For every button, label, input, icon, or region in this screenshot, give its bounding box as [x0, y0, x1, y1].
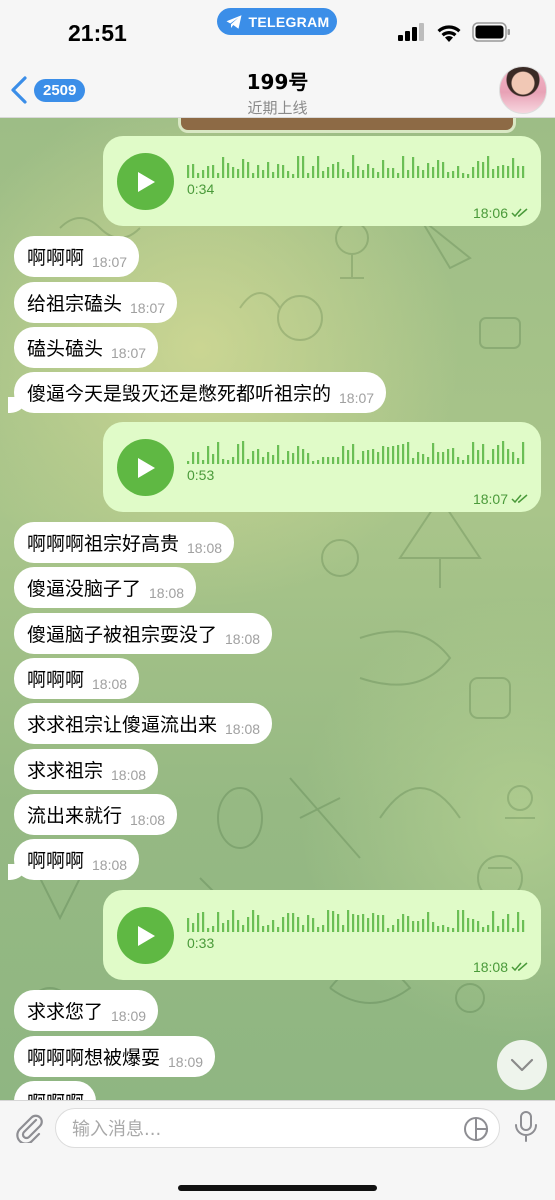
message-time: 18:07 — [92, 253, 128, 270]
chevron-down-icon — [510, 1058, 534, 1072]
previous-message-edge — [178, 116, 516, 133]
message-text: 求求您了 — [27, 1001, 104, 1023]
incoming-message[interactable]: 啊啊啊 18:08 — [14, 658, 140, 699]
incoming-message[interactable]: 傻逼没脑子了 18:08 — [14, 567, 197, 608]
message-text: 给祖宗磕头 — [27, 293, 123, 315]
wifi-icon — [437, 24, 461, 42]
battery-icon — [472, 22, 510, 42]
message-time: 18:07 — [130, 299, 166, 316]
avatar[interactable] — [499, 66, 547, 114]
signal-icon — [398, 23, 424, 41]
scroll-down-button[interactable] — [497, 1040, 547, 1090]
home-indicator[interactable] — [178, 1185, 377, 1191]
incoming-message[interactable]: 流出来就行 18:08 — [14, 794, 178, 835]
voice-message[interactable]: 0:33 18:08 — [103, 890, 541, 980]
telegram-logo-icon — [226, 14, 242, 29]
message-time: 18:08 — [149, 584, 185, 601]
message-text: 啊啊啊 — [27, 247, 85, 269]
paperclip-icon[interactable] — [14, 1111, 44, 1143]
message-time: 18:07 — [473, 491, 529, 507]
message-time: 18:08 — [92, 856, 128, 873]
message-time: 18:08 — [225, 720, 261, 737]
message-time: 18:09 — [111, 1007, 147, 1024]
incoming-message[interactable]: 求求祖宗让傻逼流出来 18:08 — [14, 703, 273, 744]
chat-title: 199号 — [246, 70, 309, 94]
incoming-message[interactable]: 啊啊啊想被爆耍 18:09 — [14, 1036, 216, 1077]
message-text: 傻逼没脑子了 — [27, 578, 142, 600]
voice-waveform — [187, 910, 525, 932]
play-button[interactable] — [117, 153, 174, 210]
message-input-bar — [0, 1100, 555, 1200]
voice-waveform — [187, 155, 525, 178]
voice-duration: 0:53 — [187, 467, 215, 483]
incoming-message[interactable]: 求求您了 18:09 — [14, 990, 159, 1031]
message-text: 求求祖宗让傻逼流出来 — [27, 714, 218, 736]
voice-message[interactable]: 0:53 18:07 — [103, 422, 541, 512]
message-text: 求求祖宗 — [27, 760, 104, 782]
chat-header[interactable]: 199号 近期上线 — [0, 66, 555, 118]
status-time: 21:51 — [68, 20, 127, 46]
double-check-icon — [511, 208, 528, 218]
incoming-message[interactable]: 啊啊啊 18:08 — [7, 839, 140, 880]
message-time: 18:08 — [473, 959, 529, 975]
message-time: 18:08 — [111, 766, 147, 783]
incoming-message[interactable]: 磕头磕头 18:07 — [14, 327, 159, 368]
telegram-pill[interactable]: TELEGRAM — [217, 8, 337, 35]
message-text: 傻逼今天是毁灭还是憋死都听祖宗的 — [27, 383, 332, 405]
play-button[interactable] — [117, 439, 174, 496]
message-text: 啊啊啊想被爆耍 — [27, 1047, 161, 1069]
message-text: 啊啊啊 — [27, 850, 85, 872]
voice-duration: 0:33 — [187, 935, 215, 951]
message-text: 流出来就行 — [27, 805, 123, 827]
message-time: 18:08 — [130, 811, 166, 828]
message-time: 18:09 — [168, 1053, 204, 1070]
incoming-message[interactable]: 傻逼今天是毁灭还是憋死都听祖宗的 18:07 — [7, 372, 387, 413]
message-text: 啊啊啊祖宗好高贵 — [27, 533, 180, 555]
incoming-message[interactable]: 啊啊啊 18:07 — [14, 236, 140, 277]
double-check-icon — [511, 962, 528, 972]
voice-message[interactable]: 0:34 18:06 — [103, 136, 541, 226]
play-icon — [137, 925, 155, 946]
message-input[interactable] — [72, 1117, 452, 1141]
top-bar: 21:51 TELEGRAM 2509 199号 近期上线 — [0, 0, 555, 118]
incoming-message[interactable]: 啊啊啊祖宗好高贵 18:08 — [14, 522, 235, 563]
message-time: 18:07 — [111, 344, 147, 361]
double-check-icon — [511, 494, 528, 504]
incoming-message[interactable]: 傻逼脑子被祖宗耍没了 18:08 — [14, 613, 273, 654]
voice-duration: 0:34 — [187, 181, 215, 197]
message-time: 18:08 — [225, 630, 261, 647]
telegram-pill-label: TELEGRAM — [248, 13, 330, 30]
incoming-message[interactable]: 给祖宗磕头 18:07 — [14, 282, 178, 323]
message-text: 啊啊啊 — [27, 669, 85, 691]
message-time: 18:07 — [339, 389, 375, 406]
microphone-icon[interactable] — [513, 1110, 539, 1144]
message-time: 18:06 — [473, 205, 529, 221]
message-text: 磕头磕头 — [27, 338, 104, 360]
message-text: 傻逼脑子被祖宗耍没了 — [27, 624, 218, 646]
message-time: 18:08 — [187, 539, 223, 556]
message-field[interactable] — [55, 1108, 500, 1148]
play-button[interactable] — [117, 907, 174, 964]
play-icon — [137, 171, 155, 192]
sticker-icon[interactable] — [463, 1116, 489, 1142]
voice-waveform — [187, 441, 525, 464]
chat-subtitle: 近期上线 — [247, 99, 308, 117]
message-time: 18:08 — [92, 675, 128, 692]
incoming-message[interactable]: 求求祖宗 18:08 — [14, 749, 159, 790]
play-icon — [137, 457, 155, 478]
status-icons — [398, 22, 512, 42]
